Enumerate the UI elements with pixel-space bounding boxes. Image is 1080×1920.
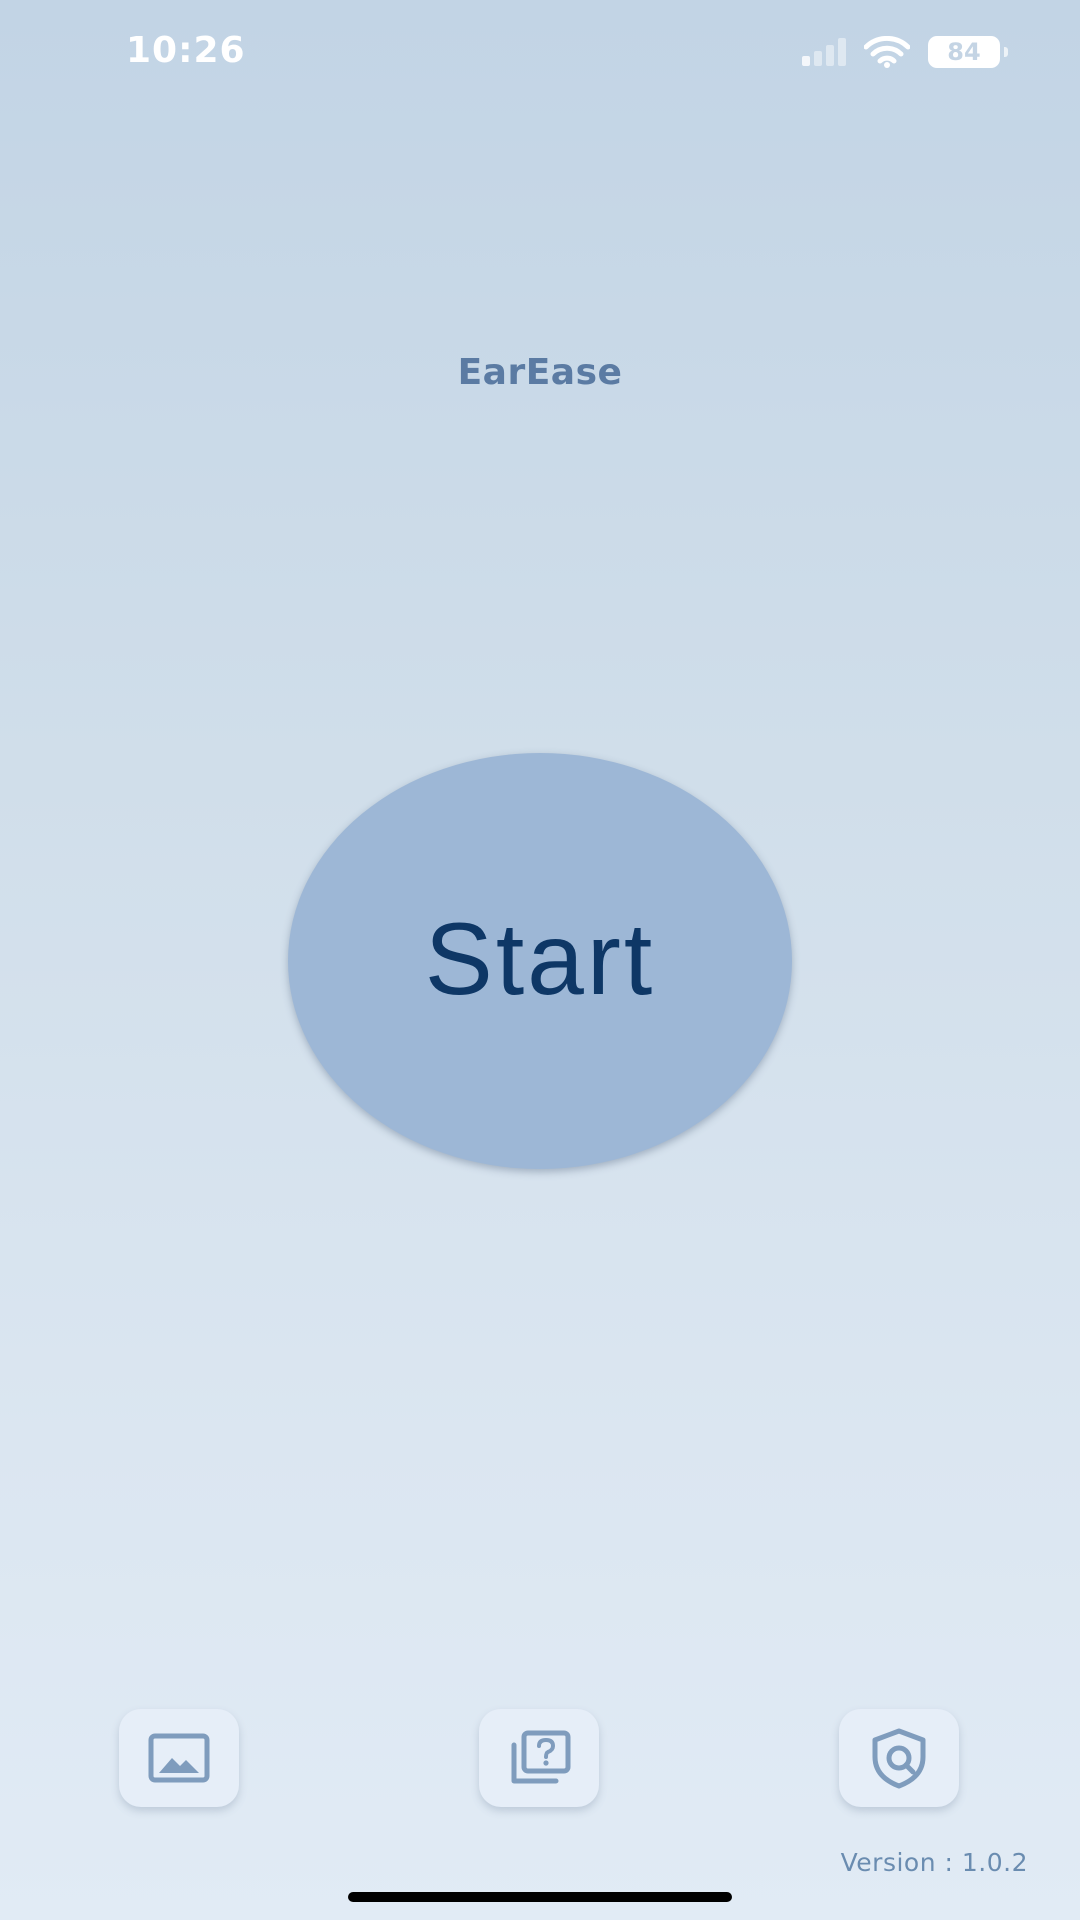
privacy-button[interactable] <box>839 1709 959 1807</box>
battery-level: 84 <box>947 38 981 66</box>
version-label: Version : 1.0.2 <box>840 1848 1028 1877</box>
status-time: 10:26 <box>126 30 246 71</box>
app-title: EarEase <box>457 352 623 393</box>
home-indicator[interactable] <box>348 1892 732 1902</box>
battery-icon: 84 <box>928 36 1008 68</box>
status-icons: 84 <box>802 34 1008 70</box>
start-label: Start <box>424 901 656 1016</box>
start-button[interactable]: Start <box>288 753 792 1169</box>
help-question-icon <box>511 1730 571 1784</box>
privacy-shield-icon <box>872 1728 926 1789</box>
image-gallery-icon <box>148 1733 210 1783</box>
help-button[interactable] <box>479 1709 599 1807</box>
gallery-button[interactable] <box>119 1709 239 1807</box>
wifi-icon <box>864 36 910 68</box>
signal-icon <box>802 38 846 66</box>
status-bar: 10:26 84 <box>0 0 1080 110</box>
